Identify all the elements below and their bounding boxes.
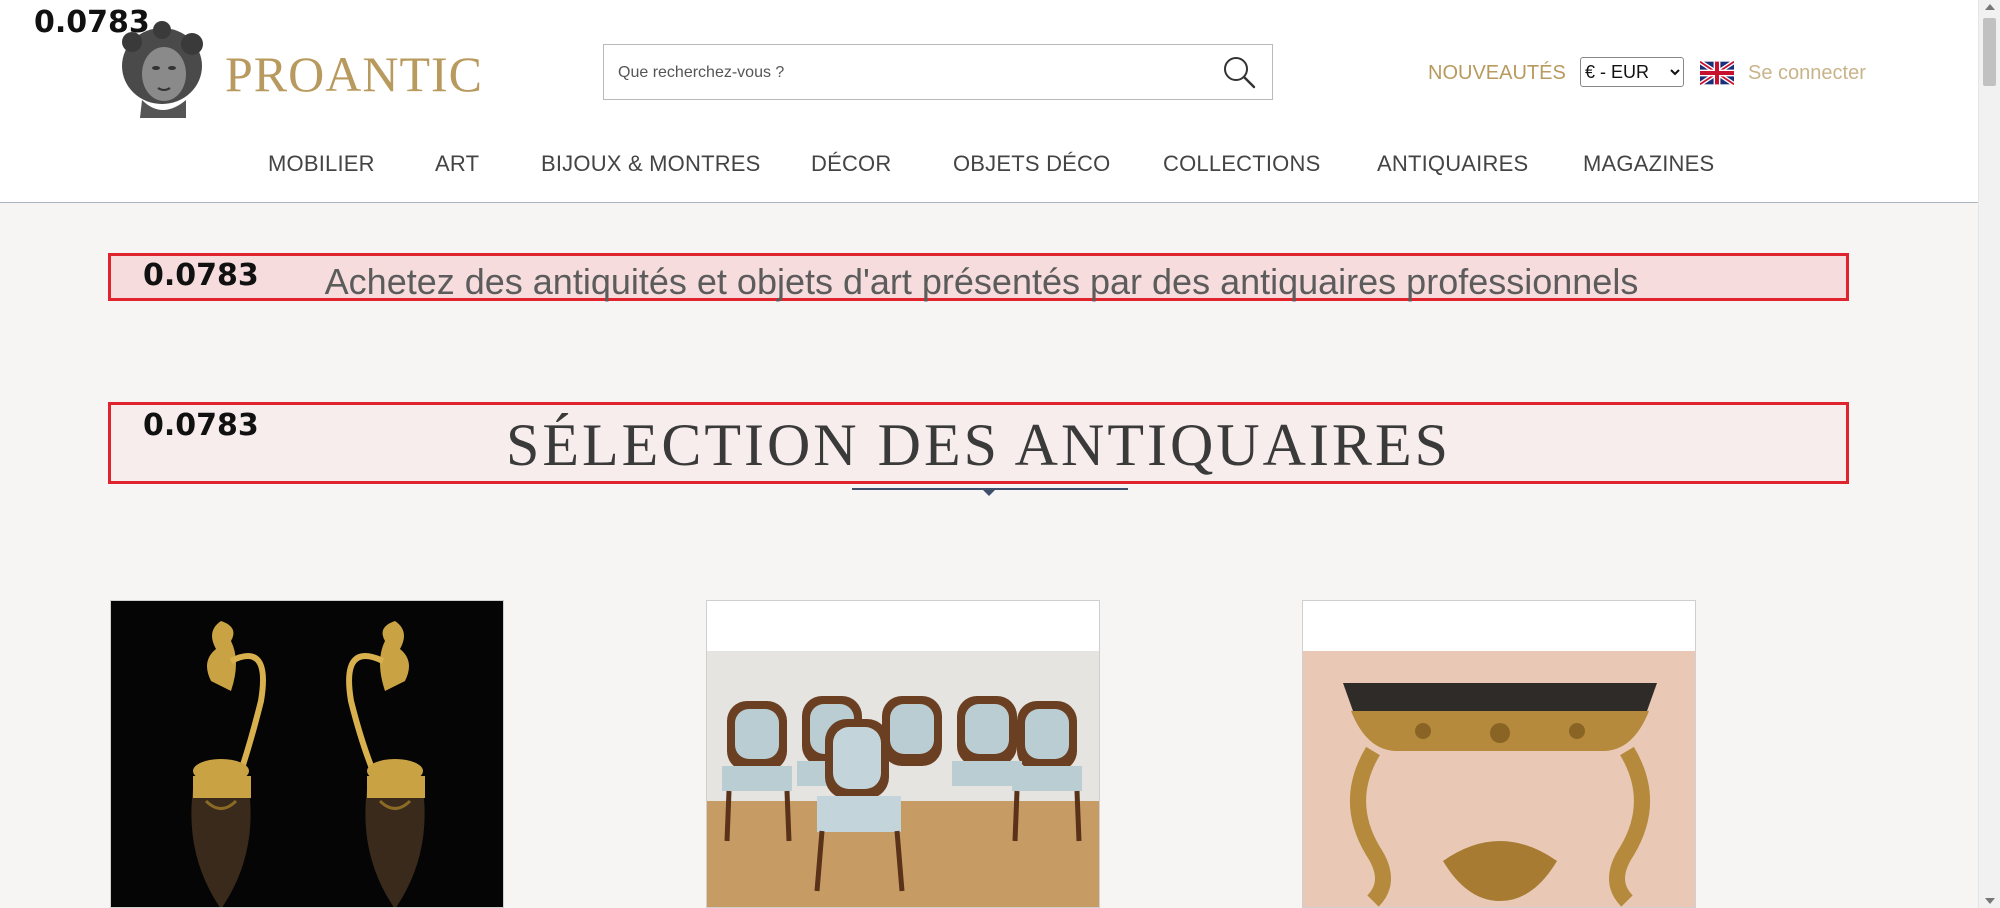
console-image (1303, 601, 1695, 907)
product-card-console[interactable] (1302, 600, 1696, 908)
section-title: SÉLECTION DES ANTIQUAIRES (506, 412, 1451, 478)
nav-item-collections[interactable]: COLLECTIONS (1163, 150, 1320, 178)
ewers-image (111, 601, 503, 907)
search-bar (603, 44, 1273, 101)
section-title-banner: SÉLECTION DES ANTIQUAIRES (108, 402, 1849, 484)
site-header: PROANTIC NOUVEAUTÉS € - EUR Se connecter… (0, 0, 1978, 203)
nav-item-decor[interactable]: DÉCOR (811, 150, 891, 178)
currency-select[interactable]: € - EUR (1580, 57, 1684, 87)
main-nav: MOBILIER ART BIJOUX & MONTRES DÉCOR OBJE… (0, 150, 1978, 180)
nav-item-bijoux-montres[interactable]: BIJOUX & MONTRES (541, 150, 761, 178)
logo-text[interactable]: PROANTIC (225, 44, 483, 104)
chairs-image (707, 601, 1099, 907)
product-card-chairs[interactable] (706, 600, 1100, 908)
scroll-up-arrow-icon[interactable] (1985, 4, 1995, 10)
uk-flag-icon[interactable] (1700, 61, 1734, 85)
product-card-ewers[interactable] (110, 600, 504, 908)
nav-item-mobilier[interactable]: MOBILIER (268, 150, 375, 178)
nav-item-magazines[interactable]: MAGAZINES (1583, 150, 1714, 178)
nav-item-objets-deco[interactable]: OBJETS DÉCO (953, 150, 1110, 178)
search-icon[interactable] (1220, 53, 1258, 91)
search-input[interactable] (616, 45, 1200, 101)
nav-item-art[interactable]: ART (435, 150, 479, 178)
score-label: 0.0783 (143, 408, 259, 443)
score-label: 0.0783 (143, 258, 259, 293)
title-divider-notch (982, 489, 996, 496)
score-label: 0.0783 (34, 5, 150, 40)
scroll-down-arrow-icon[interactable] (1985, 898, 1995, 904)
tagline-text: Achetez des antiquités et objets d'art p… (324, 261, 1639, 302)
nouveautes-link[interactable]: NOUVEAUTÉS (1428, 60, 1566, 86)
scroll-thumb[interactable] (1983, 18, 1996, 86)
tagline-banner: Achetez des antiquités et objets d'art p… (108, 253, 1849, 302)
page-scrollbar[interactable] (1978, 0, 2000, 908)
nav-item-antiquaires[interactable]: ANTIQUAIRES (1377, 150, 1528, 178)
login-link[interactable]: Se connecter (1748, 60, 1866, 86)
